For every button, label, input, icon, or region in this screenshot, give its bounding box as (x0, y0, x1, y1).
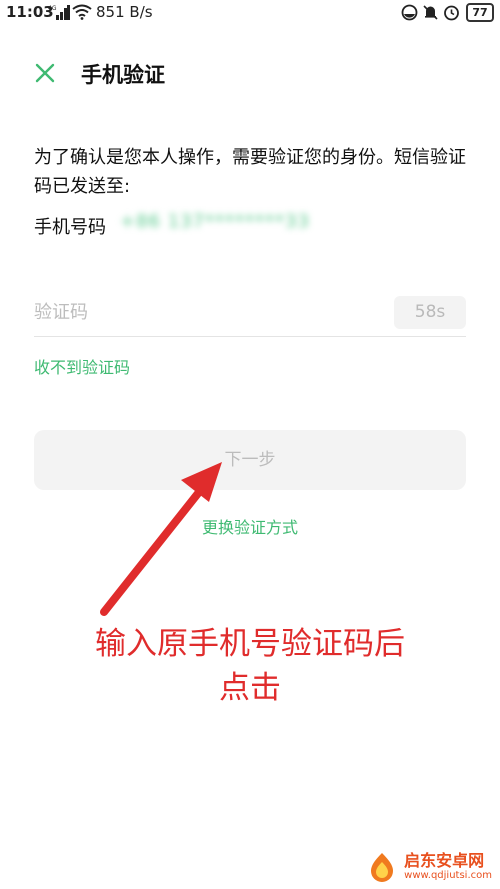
annotation-line-2: 点击 (219, 670, 281, 706)
network-label: 4G (48, 5, 57, 12)
page-title: 手机验证 (81, 63, 165, 87)
status-icons: 77 (401, 3, 494, 22)
next-step-button[interactable]: 下一步 (34, 430, 466, 490)
close-icon[interactable] (34, 62, 56, 84)
wifi-icon (72, 4, 92, 20)
bell-off-icon (423, 5, 438, 20)
annotation-line-1: 输入原手机号验证码后 (95, 626, 405, 662)
signal-icon: 4G (48, 5, 70, 20)
watermark: 启东安卓网 www.qdjiutsi.com (366, 851, 492, 883)
resend-countdown-button[interactable]: 58s (394, 296, 466, 329)
battery-indicator: 77 (466, 3, 494, 22)
annotation-text: 输入原手机号验证码后 点击 (0, 622, 500, 710)
input-divider (34, 336, 466, 337)
intro-text: 为了确认是您本人操作，需要验证您的身份。短信验证码已发送至: (34, 147, 466, 197)
alarm-icon (444, 5, 459, 21)
no-code-link[interactable]: 收不到验证码 (34, 354, 130, 378)
data-saver-icon (401, 4, 418, 21)
switch-verification-method-link[interactable]: 更换验证方式 (0, 514, 500, 538)
phone-label: 手机号码 (34, 217, 106, 238)
status-time: 11:03 (6, 3, 54, 21)
verification-code-input[interactable] (34, 297, 374, 327)
watermark-name: 启东安卓网 (404, 851, 485, 870)
watermark-logo-icon (371, 853, 394, 882)
phone-number-blurred: +86 137********33 (120, 211, 310, 232)
network-speed: 851 B/s (96, 3, 153, 21)
watermark-url: www.qdjiutsi.com (404, 870, 492, 881)
